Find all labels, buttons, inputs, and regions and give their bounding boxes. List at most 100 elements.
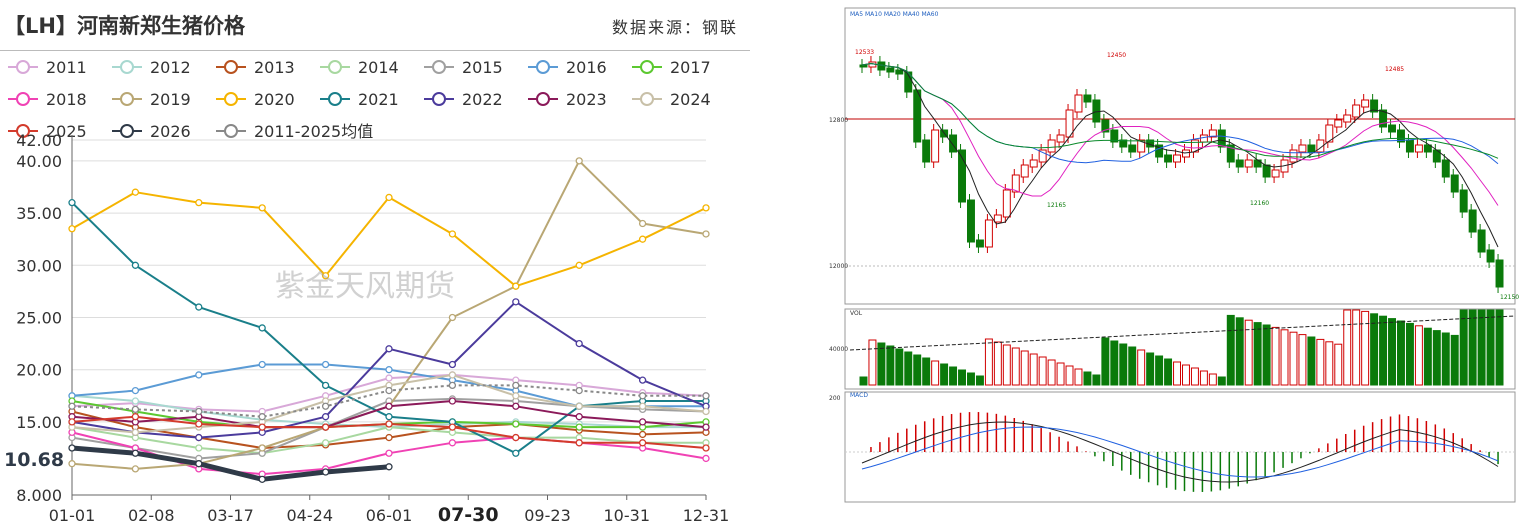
candle-body: [1441, 159, 1450, 178]
candle-body: [1056, 134, 1065, 143]
series-point-2024: [638, 402, 647, 410]
volume-bar: [886, 345, 895, 386]
series-point-2024: [448, 371, 457, 379]
volume-bar: [1020, 350, 1029, 386]
legend-label-2021: 2021: [358, 90, 399, 109]
series-point-2011-2025均值: [68, 402, 76, 410]
volume-bar: [975, 375, 984, 386]
series-point-2026: [321, 468, 330, 476]
candle-body: [975, 239, 984, 248]
volume-bar: [1459, 309, 1468, 386]
series-point-2025: [575, 439, 583, 447]
series-point-2019: [258, 444, 266, 452]
candle-body: [1352, 104, 1361, 118]
candle-body: [1164, 154, 1173, 163]
series-point-2022: [575, 339, 583, 348]
legend-label-2012: 2012: [150, 58, 191, 77]
volume-bar: [1083, 371, 1092, 386]
macd-header: MACD: [850, 392, 868, 399]
series-point-2018: [385, 449, 393, 457]
candle-body: [886, 67, 895, 73]
volume-bar: [1047, 359, 1056, 386]
legend-marker: [328, 60, 342, 74]
candle-body: [984, 219, 993, 248]
series-point-2025: [512, 433, 520, 442]
series-point-2022: [638, 376, 647, 384]
candle-body: [1244, 159, 1253, 168]
legend-label-2020: 2020: [254, 90, 295, 109]
legend-marker: [16, 60, 30, 74]
series-point-2011-2025均值: [321, 402, 330, 410]
candle-body: [1182, 149, 1190, 158]
candle-body: [949, 134, 958, 153]
volume-bar: [1011, 347, 1020, 386]
series-point-2020: [448, 230, 457, 238]
legend-marker: [224, 60, 238, 74]
series-point-2025: [385, 420, 393, 428]
right-chart-panel: MA5 MA10 MA20 MA40 MA60 VOL MACD 12800 12000…: [825, 0, 1519, 527]
x-tick-label: 04-24: [287, 506, 334, 525]
volume-bar: [984, 338, 993, 386]
legend-marker: [536, 92, 550, 106]
volume-bar: [1271, 326, 1280, 386]
watermark: 紫金天风期货: [275, 269, 455, 304]
series-point-2021: [321, 381, 330, 390]
candle-body: [1262, 164, 1271, 178]
series-point-2016: [131, 386, 140, 395]
price-label: 12000: [829, 263, 848, 270]
series-point-2025: [195, 420, 203, 428]
candle-body: [1047, 139, 1056, 153]
series-point-2026: [195, 460, 203, 468]
volume-bar: [1289, 331, 1298, 386]
legend-label-2019: 2019: [150, 90, 191, 109]
series-point-2022: [321, 413, 330, 421]
price-label: 12800: [829, 117, 848, 124]
candle-body: [1128, 144, 1137, 153]
candle-body: [1477, 229, 1486, 253]
volume-bar: [1325, 341, 1334, 386]
series-point-2017: [575, 423, 583, 431]
series-point-2019: [638, 219, 647, 228]
candle-body: [931, 129, 940, 163]
legend-marker: [120, 124, 134, 138]
series-point-2013: [385, 433, 393, 442]
candle-body: [1343, 114, 1352, 123]
candle-body: [1029, 159, 1038, 168]
series-point-2018: [448, 439, 457, 447]
series-point-2025: [258, 423, 266, 431]
legend-label-2018: 2018: [46, 90, 87, 109]
series-line-2026: [71, 445, 390, 482]
candle-body: [1199, 134, 1208, 143]
series-point-2023: [638, 418, 647, 426]
series-point-2022: [512, 298, 520, 306]
volume-bar: [1029, 353, 1038, 386]
candle-body: [1235, 159, 1244, 168]
volume-bar: [1226, 314, 1235, 386]
series-point-2011-2025均值: [575, 386, 583, 395]
candle-body: [1020, 164, 1029, 178]
volume-bar: [1235, 317, 1244, 386]
left-chart-panel: 【LH】河南新郑生猪价格 数据来源：钢联 2011 2012 2013 2014 201…: [0, 0, 760, 527]
legend-marker: [120, 92, 134, 106]
candle-body: [1361, 99, 1370, 108]
y-tick-label: 15.00: [16, 413, 62, 432]
series-point-2018: [702, 454, 710, 463]
candle-body: [1414, 144, 1423, 153]
price-marker: 12485: [1385, 66, 1404, 73]
volume-bar: [1173, 361, 1181, 386]
volume-bar: [1397, 320, 1405, 386]
volume-bar: [1441, 332, 1450, 386]
series-point-2011: [385, 374, 393, 382]
series-point-2026: [385, 463, 393, 471]
line-chart-svg: 2011 2012 2013 2014 2015 2016 2017 2018 2019 2020…: [2, 58, 729, 526]
volume-bar: [1316, 338, 1325, 386]
candle-body: [967, 199, 975, 243]
volume-bar: [1495, 309, 1504, 386]
series-point-2019: [68, 460, 76, 468]
series-point-2025: [638, 439, 647, 447]
x-tick-label: 07-30: [438, 504, 499, 526]
series-point-2023: [448, 397, 457, 405]
series-point-2025: [702, 444, 710, 452]
series-point-2022: [195, 433, 203, 442]
y-tick-label: 42.00: [16, 131, 62, 150]
